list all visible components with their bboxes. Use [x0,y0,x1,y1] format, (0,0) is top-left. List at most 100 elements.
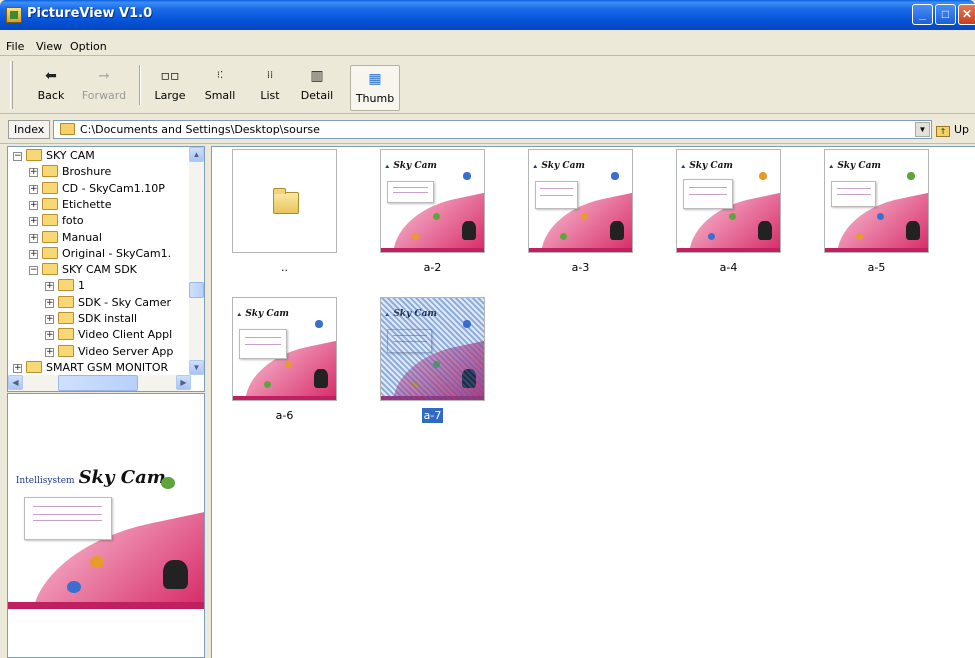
expand-icon[interactable]: + [29,249,38,259]
folder-icon [42,181,58,194]
large-label: Large [154,89,186,102]
tree-horizontal-scrollbar[interactable]: ◀ ▶ [8,375,191,391]
close-button[interactable]: ✕ [958,4,975,25]
tree-item[interactable]: − SKY CAM SDK [29,263,137,280]
expand-icon[interactable]: + [29,217,38,227]
forward-button[interactable]: ➞ Forward [78,63,130,109]
address-label: Index [8,120,51,139]
thumbnail-view[interactable]: .. ⛰ Sky Cam a-2 ⛰ Sky Cam a-3 ⛰ Sky Cam a-4 ⛰ Sky … [211,146,975,658]
thumb-frame[interactable]: ⛰Sky Cam [676,149,781,253]
tree-item[interactable]: + Broshure [29,165,111,182]
tree-item[interactable]: + CD - SkyCam1.10P [29,181,165,199]
tree-item[interactable]: + SDK - Sky Camer [45,295,172,313]
toolbar: ⬅ Back ➞ Forward ▫▫ Large ⁝⁚ Small ⁞⁞ Li… [0,57,975,114]
toolbar-grip[interactable] [10,61,13,109]
tree-vertical-scrollbar[interactable]: ▲ ▼ [189,147,204,375]
menu-view[interactable]: View [36,40,62,53]
preview-image: Intellisystem Sky Cam [8,444,204,609]
expand-icon[interactable]: + [45,315,54,324]
thumb-image: ⛰Sky Cam [381,150,484,252]
thumb-frame[interactable]: ⛰Sky Cam [232,297,337,401]
back-button[interactable]: ⬅ Back [30,63,72,109]
menu-file[interactable]: File [6,40,24,53]
address-combobox[interactable]: C:\Documents and Settings\Desktop\sourse… [53,120,932,139]
tree-item[interactable]: +1 [45,279,85,296]
title-bar[interactable]: PictureView V1.0 _ □ ✕ [0,0,975,30]
folder-icon [58,344,74,357]
tree-scroll-thumb[interactable] [189,282,204,298]
collapse-icon[interactable]: − [13,152,22,161]
image-thumb[interactable]: ⛰ Sky Cam a-5 [824,149,929,275]
thumb-frame[interactable]: ⛰Sky Cam [380,149,485,253]
tree-item[interactable]: + SMART GSM MONITOR [13,360,168,375]
up-button[interactable]: ↑ Up [936,123,969,137]
expand-icon[interactable]: + [29,168,38,178]
back-arrow-icon: ⬅ [45,68,57,84]
thumb-frame[interactable]: ⛰Sky Cam [380,297,485,401]
tree-item[interactable]: + Manual [29,230,102,248]
folder-tree[interactable]: − SKY CAM + Broshure + CD - SkyCam1.10P + Etich… [7,146,205,392]
folder-icon [26,149,42,161]
menu-option[interactable]: Option [70,40,107,53]
large-view-button[interactable]: ▫▫ Large [150,63,190,109]
folder-icon [42,214,58,227]
minimize-button[interactable]: _ [912,4,933,25]
image-thumb[interactable]: ⛰ Sky Cam a-6 [232,297,337,423]
chevron-down-icon[interactable]: ▼ [915,122,930,137]
tree-item-label: SDK - Sky Camer [78,295,172,309]
tree-item-label: Manual [62,230,102,244]
tree-hscroll-thumb[interactable] [58,375,138,391]
tree-item-label: Original - SkyCam1. [62,246,172,260]
image-thumb[interactable]: ⛰ Sky Cam a-2 [380,149,485,275]
thumb-label: Thumb [355,92,395,105]
expand-icon[interactable]: + [29,184,38,194]
thumb-frame[interactable] [232,149,337,253]
expand-icon[interactable]: + [45,298,54,308]
expand-icon[interactable]: + [13,363,22,373]
picture-app-icon [6,7,22,23]
tree-item[interactable]: + Video Client Appl [45,328,172,345]
image-thumb[interactable]: ⛰Sky Cam a-7 [380,297,485,423]
tree-item-label: Etichette [62,197,112,211]
tree-item[interactable]: + foto [29,214,84,231]
small-view-button[interactable]: ⁝⁚ Small [200,63,240,109]
expand-icon[interactable]: + [45,347,54,357]
forward-label: Forward [81,89,127,102]
maximize-button[interactable]: □ [935,4,956,25]
expand-icon[interactable]: + [45,331,54,341]
scroll-up-icon[interactable]: ▲ [189,147,204,162]
folder-icon [58,279,74,292]
detail-icon: ▥ [310,68,324,84]
tree-item[interactable]: + SDK install [45,312,137,329]
thumb-label: .. [281,261,288,274]
thumb-label: a-6 [275,409,294,422]
image-thumb[interactable]: ⛰ Sky Cam a-4 [676,149,781,275]
tree-item[interactable]: + Original - SkyCam1. [29,246,172,264]
tree-item-label: Video Server App [78,344,174,358]
tree-item[interactable]: + Etichette [29,197,112,215]
scroll-down-icon[interactable]: ▼ [189,360,204,375]
list-icon: ⁞⁞ [266,70,274,81]
thumb-frame[interactable]: ⛰Sky Cam [528,149,633,253]
scroll-right-icon[interactable]: ▶ [176,375,191,390]
expand-icon[interactable]: + [29,200,38,210]
toolbar-separator [139,65,141,105]
tree-item[interactable]: − SKY CAM [13,149,95,166]
list-view-button[interactable]: ⁞⁞ List [254,63,286,109]
expand-icon[interactable]: + [29,233,38,243]
thumb-view-button[interactable]: ▦ Thumb [350,65,400,111]
thumb-label: a-2 [423,261,442,274]
tree-item[interactable]: + Video Server App [45,344,174,362]
up-folder-icon: ↑ [936,126,950,137]
parent-folder-thumb[interactable]: .. [232,149,337,275]
folder-icon [58,312,74,324]
tree-item-label: SDK install [78,312,138,325]
address-path[interactable]: C:\Documents and Settings\Desktop\sourse [80,123,320,136]
expand-icon[interactable]: + [45,282,54,292]
folder-icon [58,328,74,341]
scroll-left-icon[interactable]: ◀ [8,375,23,390]
detail-view-button[interactable]: ▥ Detail [296,63,338,109]
collapse-icon[interactable]: − [29,266,38,276]
thumb-frame[interactable]: ⛰Sky Cam [824,149,929,253]
image-thumb[interactable]: ⛰ Sky Cam a-3 [528,149,633,275]
